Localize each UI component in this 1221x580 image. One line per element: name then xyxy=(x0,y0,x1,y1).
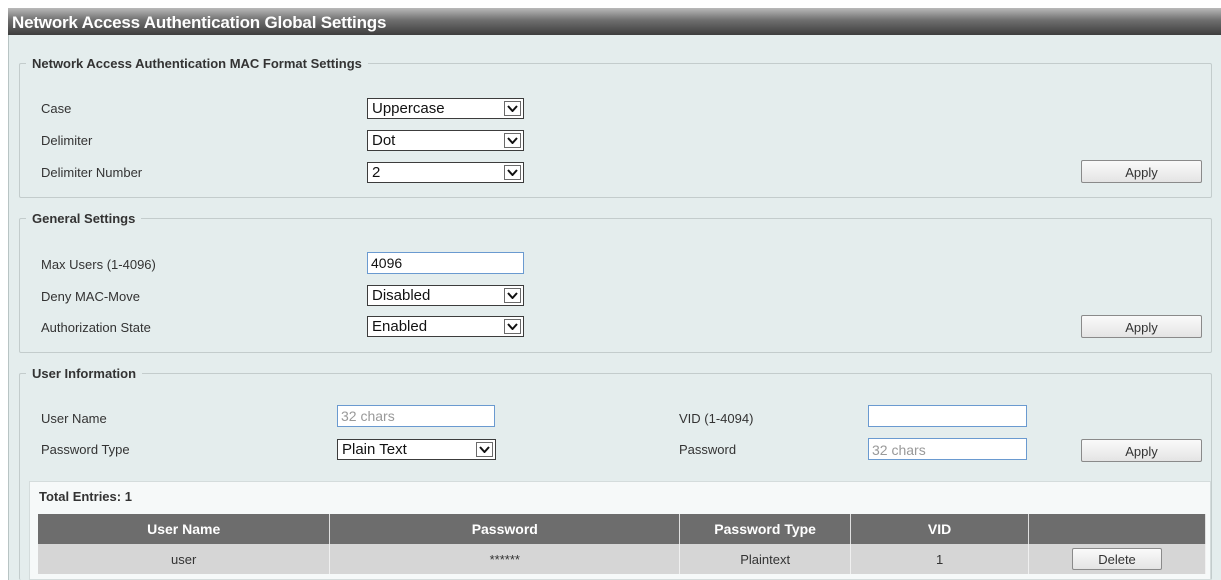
password-type-select[interactable]: Plain Text xyxy=(337,439,496,460)
cell-password: ****** xyxy=(329,544,681,574)
cell-action: Delete xyxy=(1028,544,1206,574)
authorization-state-select[interactable]: Enabled xyxy=(367,316,524,337)
mac-format-apply-button[interactable]: Apply xyxy=(1081,160,1202,183)
page-title: Network Access Authentication Global Set… xyxy=(8,8,1221,35)
general-apply-button[interactable]: Apply xyxy=(1081,315,1202,338)
authorization-state-label: Authorization State xyxy=(41,320,151,335)
cell-user-name: user xyxy=(38,544,331,574)
delimiter-select-value: Dot xyxy=(372,132,396,149)
password-input[interactable]: 32 chars xyxy=(868,438,1027,460)
cell-password-type: Plaintext xyxy=(679,544,852,574)
delimiter-number-select-value: 2 xyxy=(372,164,381,181)
mac-format-fieldset: Network Access Authentication MAC Format… xyxy=(19,56,1212,198)
authorization-state-select-value: Enabled xyxy=(372,318,428,335)
chevron-down-icon xyxy=(504,101,521,116)
user-table: User Name Password Password Type VID use… xyxy=(38,514,1206,574)
deny-mac-move-label: Deny MAC-Move xyxy=(41,289,140,304)
deny-mac-move-select-value: Disabled xyxy=(372,287,431,304)
table-row: user ****** Plaintext 1 Delete xyxy=(38,544,1206,574)
column-header-password-type: Password Type xyxy=(679,514,852,544)
deny-mac-move-select[interactable]: Disabled xyxy=(367,285,524,306)
user-name-label: User Name xyxy=(41,411,107,426)
delimiter-label: Delimiter xyxy=(41,133,93,148)
column-header-action xyxy=(1028,514,1206,544)
chevron-down-icon xyxy=(504,319,521,334)
delete-button[interactable]: Delete xyxy=(1072,548,1162,570)
password-label: Password xyxy=(679,442,737,457)
password-type-label: Password Type xyxy=(41,442,130,457)
cell-vid: 1 xyxy=(850,544,1030,574)
password-type-select-value: Plain Text xyxy=(342,441,407,458)
total-entries: Total Entries: 1 xyxy=(39,489,132,504)
mac-format-legend: Network Access Authentication MAC Format… xyxy=(32,56,362,71)
max-users-input[interactable]: 4096 xyxy=(367,252,524,274)
case-select[interactable]: Uppercase xyxy=(367,98,524,119)
table-header-row: User Name Password Password Type VID xyxy=(38,514,1206,544)
max-users-label: Max Users (1-4096) xyxy=(41,257,156,272)
vid-label: VID (1-4094) xyxy=(679,411,754,426)
case-select-value: Uppercase xyxy=(372,100,445,117)
column-header-vid: VID xyxy=(850,514,1030,544)
chevron-down-icon xyxy=(504,133,521,148)
chevron-down-icon xyxy=(504,165,521,180)
delimiter-select[interactable]: Dot xyxy=(367,130,524,151)
delimiter-number-select[interactable]: 2 xyxy=(367,162,524,183)
user-info-legend: User Information xyxy=(32,366,137,381)
delimiter-number-label: Delimiter Number xyxy=(41,165,143,180)
chevron-down-icon xyxy=(504,288,521,303)
general-settings-fieldset: General Settings xyxy=(19,211,1212,353)
case-label: Case xyxy=(41,101,72,116)
user-info-apply-button[interactable]: Apply xyxy=(1081,439,1202,462)
column-header-user-name: User Name xyxy=(38,514,331,544)
column-header-password: Password xyxy=(329,514,681,544)
general-settings-legend: General Settings xyxy=(32,211,136,226)
user-name-input[interactable]: 32 chars xyxy=(337,405,495,427)
chevron-down-icon xyxy=(476,442,493,457)
vid-input[interactable] xyxy=(868,405,1027,427)
